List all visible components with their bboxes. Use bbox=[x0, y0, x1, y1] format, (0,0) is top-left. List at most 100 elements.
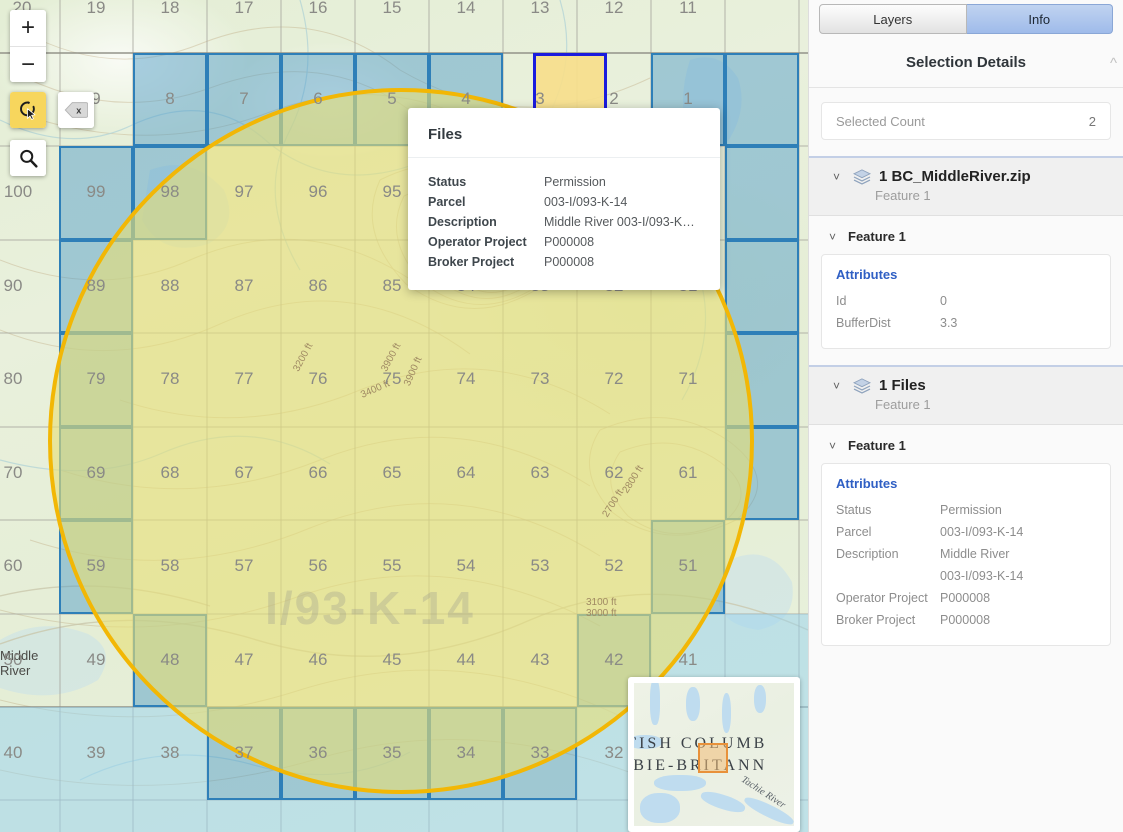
map-search-button[interactable] bbox=[10, 140, 46, 176]
popup-attribute-value: Permission bbox=[544, 172, 606, 192]
layers-stack-icon bbox=[853, 378, 871, 394]
layer-block: ˅ 1 BC_MiddleRiver.zip Feature 1 bbox=[809, 156, 1123, 365]
selected-count-section: Selected Count 2 bbox=[809, 88, 1123, 156]
sidebar-tab-bar[interactable]: Layers Info bbox=[809, 0, 1123, 38]
minimap-water bbox=[686, 687, 700, 721]
attribute-value-line1: Middle River bbox=[940, 547, 1009, 561]
attribute-value: P000008 bbox=[940, 587, 990, 609]
popup-title: Files bbox=[428, 126, 700, 143]
attributes-card: Attributes Id 0 BufferDist 3.3 bbox=[821, 254, 1111, 349]
chevron-down-icon[interactable]: ˅ bbox=[829, 440, 841, 452]
feature-row[interactable]: ˅ Feature 1 bbox=[809, 216, 1123, 254]
feature-label: Feature 1 bbox=[848, 438, 906, 453]
popup-attribute-value: P000008 bbox=[544, 252, 594, 272]
chevron-down-icon[interactable]: ˅ bbox=[833, 171, 845, 183]
popup-attribute-key: Description bbox=[428, 212, 544, 232]
minimap-water bbox=[722, 693, 731, 733]
attributes-section: Attributes Status Permission Parcel 003-… bbox=[809, 463, 1123, 662]
layer-header-files[interactable]: ˅ 1 Files Feature 1 bbox=[809, 367, 1123, 425]
zoom-out-button[interactable]: − bbox=[10, 46, 46, 82]
tab-layers[interactable]: Layers bbox=[819, 4, 967, 34]
popup-attribute-value: P000008 bbox=[544, 232, 594, 252]
feature-row[interactable]: ˅ Feature 1 bbox=[809, 425, 1123, 463]
attribute-value: 003-I/093-K-14 bbox=[940, 521, 1023, 543]
attribute-key: Broker Project bbox=[836, 609, 940, 631]
attribute-row: Status Permission bbox=[836, 499, 1096, 521]
selected-cell[interactable] bbox=[133, 53, 207, 146]
selected-cell[interactable] bbox=[725, 146, 799, 240]
attribute-value: Middle River 003-I/093-K-14 bbox=[940, 543, 1023, 587]
popup-attribute-key: Broker Project bbox=[428, 252, 544, 272]
layer-subtitle: Feature 1 bbox=[875, 188, 1111, 203]
attribute-key: Id bbox=[836, 290, 940, 312]
attributes-section: Attributes Id 0 BufferDist 3.3 bbox=[809, 254, 1123, 365]
selected-cell-secondary[interactable] bbox=[0, 707, 207, 832]
page-title: Selection Details bbox=[829, 54, 1103, 71]
popup-attribute-value: Middle River 003-I/093-K… bbox=[544, 212, 695, 232]
attribute-value: P000008 bbox=[940, 609, 990, 631]
chevron-up-icon[interactable]: ^ bbox=[1110, 56, 1117, 71]
selected-count-label: Selected Count bbox=[836, 114, 925, 129]
attribute-key: Parcel bbox=[836, 521, 940, 543]
attribute-value-line2: 003-I/093-K-14 bbox=[940, 565, 1023, 587]
clear-selection-group[interactable]: x bbox=[58, 92, 94, 128]
attributes-card: Attributes Status Permission Parcel 003-… bbox=[821, 463, 1111, 646]
popup-header: Files bbox=[408, 108, 720, 158]
minimap-water bbox=[640, 793, 680, 823]
attribute-row: BufferDist 3.3 bbox=[836, 312, 1096, 334]
layers-stack-icon bbox=[853, 169, 871, 185]
popup-attribute-key: Parcel bbox=[428, 192, 544, 212]
sidebar-scroll-area[interactable]: Selected Count 2 ˅ bbox=[809, 88, 1123, 832]
selected-cell[interactable] bbox=[725, 240, 799, 333]
layer-block: ˅ 1 Files Feature 1 ˅ bbox=[809, 365, 1123, 662]
chevron-down-icon[interactable]: ˅ bbox=[829, 231, 841, 243]
popup-attribute-row: Status Permission bbox=[428, 172, 700, 192]
zoom-control-group[interactable]: + − bbox=[10, 10, 46, 82]
selection-details-header: Selection Details bbox=[809, 38, 1123, 88]
minimap-canvas[interactable]: ITISH COLUMB MBIE-BRITANN Tachie River bbox=[634, 683, 794, 826]
attribute-key: Description bbox=[836, 543, 940, 587]
attribute-value: Permission bbox=[940, 499, 1002, 521]
zoom-in-button[interactable]: + bbox=[10, 10, 46, 46]
search-icon bbox=[18, 148, 39, 169]
popup-attribute-value: 003-I/093-K-14 bbox=[544, 192, 627, 212]
lasso-select-tool-group[interactable] bbox=[10, 92, 46, 128]
lasso-select-tool[interactable] bbox=[10, 92, 46, 128]
minimap-water bbox=[699, 788, 747, 816]
attribute-row: Broker Project P000008 bbox=[836, 609, 1096, 631]
feature-popup[interactable]: Files Status Permission Parcel 003-I/093… bbox=[408, 108, 720, 290]
search-tool-group[interactable] bbox=[10, 140, 46, 176]
layer-title: 1 BC_MiddleRiver.zip bbox=[879, 168, 1031, 185]
selected-count-card: Selected Count 2 bbox=[821, 102, 1111, 140]
overview-minimap[interactable]: ITISH COLUMB MBIE-BRITANN Tachie River bbox=[628, 677, 800, 832]
minimap-water bbox=[654, 775, 706, 791]
popup-attribute-row: Broker Project P000008 bbox=[428, 252, 700, 272]
layer-subtitle: Feature 1 bbox=[875, 397, 1111, 412]
chevron-down-icon[interactable]: ˅ bbox=[833, 380, 845, 392]
attribute-key: BufferDist bbox=[836, 312, 940, 334]
minimap-extent-indicator[interactable] bbox=[698, 743, 728, 773]
attribute-row: Description Middle River 003-I/093-K-14 bbox=[836, 543, 1096, 587]
info-sidebar: Layers Info Selection Details ^ Selected… bbox=[808, 0, 1123, 832]
popup-attribute-row: Operator Project P000008 bbox=[428, 232, 700, 252]
tab-info[interactable]: Info bbox=[967, 4, 1114, 34]
popup-body: Status Permission Parcel 003-I/093-K-14 … bbox=[408, 158, 720, 290]
map-viewport[interactable]: I/93-K-14 Middle River 3200 ft 3900 ft 3… bbox=[0, 0, 808, 832]
attribute-key: Operator Project bbox=[836, 587, 940, 609]
selected-cell[interactable] bbox=[725, 53, 799, 146]
popup-attribute-key: Status bbox=[428, 172, 544, 192]
attribute-row: Operator Project P000008 bbox=[836, 587, 1096, 609]
popup-attribute-row: Parcel 003-I/093-K-14 bbox=[428, 192, 700, 212]
minimap-water bbox=[650, 683, 660, 725]
attribute-value: 3.3 bbox=[940, 312, 957, 334]
clear-selection-button[interactable]: x bbox=[58, 92, 94, 128]
attributes-title: Attributes bbox=[836, 476, 1096, 491]
layer-title: 1 Files bbox=[879, 377, 926, 394]
layer-header-bc-middleriver[interactable]: ˅ 1 BC_MiddleRiver.zip Feature 1 bbox=[809, 158, 1123, 216]
popup-attribute-row: Description Middle River 003-I/093-K… bbox=[428, 212, 700, 232]
selected-count-value: 2 bbox=[1089, 114, 1096, 129]
lasso-select-icon bbox=[17, 99, 39, 121]
attribute-value: 0 bbox=[940, 290, 947, 312]
attributes-title: Attributes bbox=[836, 267, 1096, 282]
feature-label: Feature 1 bbox=[848, 229, 906, 244]
